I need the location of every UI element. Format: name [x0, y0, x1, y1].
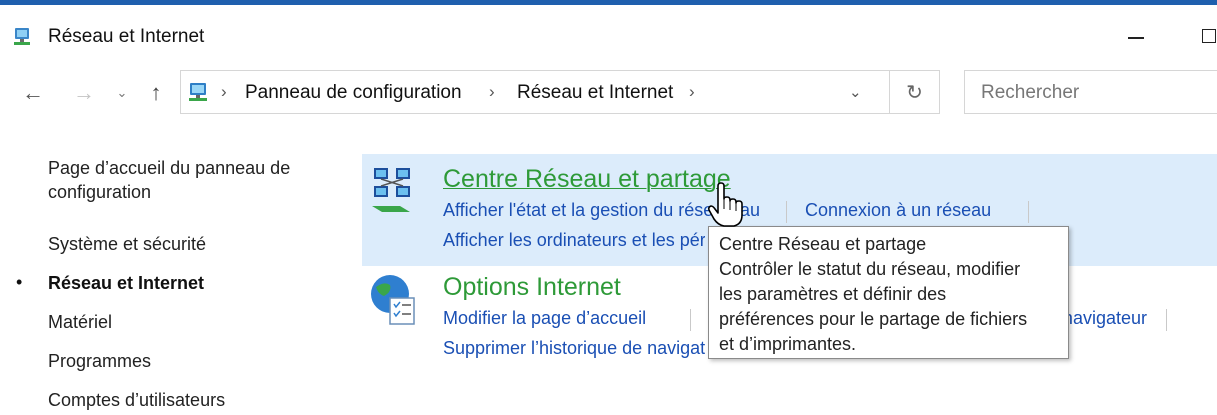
- internet-options-icon: [371, 275, 415, 325]
- refresh-icon: ↻: [906, 81, 923, 104]
- sidebar-item-system-security[interactable]: Système et sécurité: [48, 232, 206, 256]
- tooltip-line: les paramètres et définir des: [719, 284, 947, 304]
- change-homepage-link[interactable]: Modifier la page d’accueil: [443, 308, 646, 329]
- sidebar-item-user-accounts[interactable]: Comptes d’utilisateurs: [48, 388, 225, 412]
- up-button[interactable]: ↑: [143, 80, 169, 106]
- active-bullet: •: [16, 272, 23, 292]
- sidebar-item-hardware[interactable]: Matériel: [48, 310, 112, 334]
- hand-cursor-icon: [707, 182, 743, 227]
- internet-options-link[interactable]: Options Internet: [443, 273, 621, 302]
- arrow-up-icon: ↑: [150, 80, 162, 105]
- breadcrumb-control-panel[interactable]: Panneau de configuration: [245, 82, 462, 104]
- task-separator: [1028, 201, 1029, 223]
- connect-network-link[interactable]: Connexion à un réseau: [805, 200, 991, 221]
- tooltip-line: préférences pour le partage de fichiers: [719, 309, 1028, 329]
- arrow-left-icon: ←: [22, 80, 44, 105]
- arrow-right-icon: →: [73, 80, 95, 105]
- task-separator: [786, 201, 787, 223]
- network-center-icon: [372, 168, 410, 212]
- breadcrumb-separator: ›: [221, 82, 227, 101]
- network-center-link[interactable]: Centre Réseau et partage: [443, 165, 731, 194]
- search-input[interactable]: [979, 81, 1213, 105]
- chevron-down-icon: ⌄: [116, 85, 128, 100]
- chevron-down-icon: ⌄: [849, 84, 862, 101]
- tooltip-line: et d’imprimantes.: [719, 334, 857, 354]
- title-bar: Réseau et Internet: [0, 5, 1217, 59]
- view-network-status-link[interactable]: Afficher l'état et la gestion du réseau: [443, 200, 713, 221]
- network-folder-icon: [14, 28, 30, 45]
- maximize-button[interactable]: [1192, 20, 1217, 50]
- address-dropdown-button[interactable]: ⌄: [849, 83, 862, 101]
- forward-button[interactable]: →: [71, 80, 97, 106]
- refresh-button[interactable]: ↻: [890, 70, 940, 114]
- breadcrumb-network-internet[interactable]: Réseau et Internet: [517, 82, 673, 104]
- view-network-computers-link[interactable]: Afficher les ordinateurs et les périphér…: [443, 230, 705, 251]
- breadcrumb-separator: ›: [489, 82, 495, 101]
- sidebar-item-control-panel-home[interactable]: Page d’accueil du panneau de configurati…: [48, 156, 338, 204]
- delete-history-link[interactable]: Supprimer l’historique de navigation et …: [443, 338, 705, 359]
- sidebar-item-programs[interactable]: Programmes: [48, 349, 151, 373]
- control-panel-icon: [189, 83, 207, 101]
- tooltip-line: Contrôler le statut du réseau, modifier: [719, 259, 1021, 279]
- recent-locations-button[interactable]: ⌄: [109, 80, 135, 106]
- task-separator: [1166, 309, 1167, 331]
- window-title: Réseau et Internet: [48, 26, 205, 47]
- search-box[interactable]: [964, 70, 1217, 114]
- minimize-button[interactable]: [1122, 20, 1152, 50]
- tooltip: Centre Réseau et partage Contrôler le st…: [708, 226, 1069, 359]
- back-button[interactable]: ←: [20, 80, 46, 106]
- address-bar[interactable]: › Panneau de configuration › Réseau et I…: [180, 70, 890, 114]
- breadcrumb-separator: ›: [689, 82, 695, 101]
- sidebar-item-network-internet: Réseau et Internet: [48, 273, 205, 293]
- task-separator: [690, 309, 691, 331]
- tooltip-title: Centre Réseau et partage: [719, 234, 927, 254]
